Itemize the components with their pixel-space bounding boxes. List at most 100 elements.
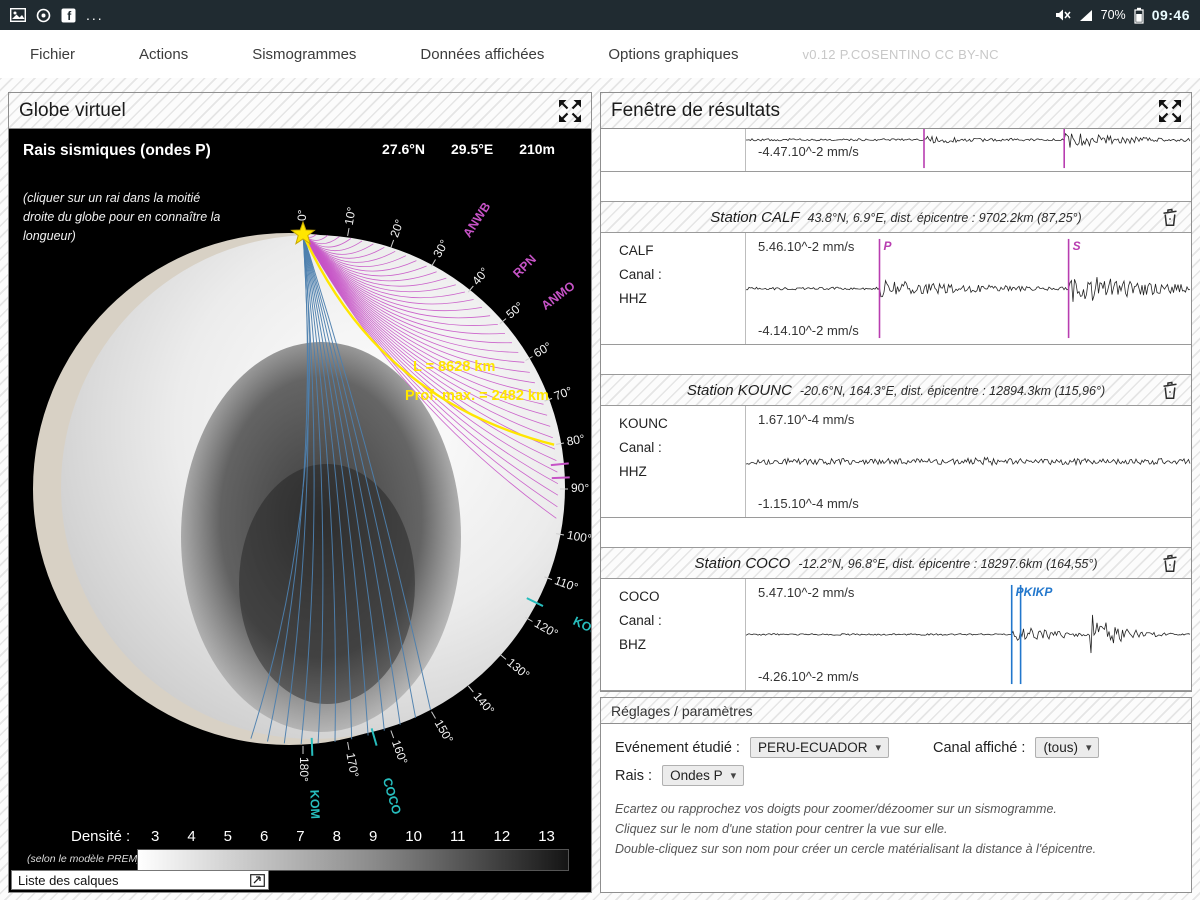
results-scroll-area[interactable]: -4.47.10^-2 mm/s Station CALF 43.8°N, 6.… bbox=[601, 129, 1191, 691]
amplitude-min: -4.14.10^-2 mm/s bbox=[758, 323, 859, 338]
svg-text:150°: 150° bbox=[432, 717, 457, 746]
svg-text:30°: 30° bbox=[430, 237, 451, 260]
svg-text:P: P bbox=[884, 239, 892, 253]
battery-icon bbox=[1134, 7, 1144, 24]
density-value: 10 bbox=[405, 828, 422, 845]
density-value: 11 bbox=[449, 828, 466, 845]
station-card-header[interactable]: Station KOUNC -20.6°N, 164.3°E, dist. ép… bbox=[601, 374, 1191, 406]
delete-station-icon[interactable] bbox=[1161, 554, 1179, 578]
fullscreen-icon[interactable] bbox=[557, 98, 583, 124]
seismogram[interactable]: 5.47.10^-2 mm/s -4.26.10^-2 mm/s PKIKP bbox=[746, 579, 1191, 690]
menu-item[interactable]: Options graphiques bbox=[608, 46, 738, 63]
settings-panel-title: Réglages / paramètres bbox=[611, 702, 753, 719]
svg-text:20°: 20° bbox=[387, 217, 406, 239]
station-card-header[interactable]: Station CALF 43.8°N, 6.9°E, dist. épicen… bbox=[601, 201, 1191, 233]
menu-item[interactable]: Fichier bbox=[30, 46, 75, 63]
globe-canvas[interactable]: 0° 10° 20° 30° 40° 50° 60° 70° 80° 90° 100° 110° 120… bbox=[9, 129, 591, 892]
density-model-note: (selon le modèle PREM) bbox=[27, 853, 141, 865]
svg-text:110°: 110° bbox=[553, 573, 580, 594]
svg-text:50°: 50° bbox=[503, 299, 526, 322]
station-rim-label[interactable]: ANWB bbox=[460, 200, 493, 240]
svg-text:60°: 60° bbox=[531, 339, 554, 360]
more-notifications-icon: ... bbox=[86, 7, 104, 23]
station-name[interactable]: Station COCO bbox=[694, 555, 790, 572]
amplitude-max: 1.67.10^-4 mm/s bbox=[758, 412, 855, 427]
amplitude-min: -4.26.10^-2 mm/s bbox=[758, 669, 859, 684]
density-value: 7 bbox=[296, 828, 305, 845]
svg-text:80°: 80° bbox=[566, 432, 586, 449]
density-gradient-scale bbox=[137, 849, 569, 871]
globe-panel: Globe virtuel 0° 10° 20° 30° 40° 50° 60°… bbox=[8, 92, 592, 893]
seismogram[interactable]: 1.67.10^-4 mm/s -1.15.10^-4 mm/s bbox=[746, 406, 1191, 517]
menu-items: Fichier Actions Sismogrammes Données affich… bbox=[30, 46, 738, 63]
station-rim-label[interactable]: RPN bbox=[510, 252, 539, 281]
station-name[interactable]: Station CALF bbox=[710, 209, 799, 226]
density-label: Densité : bbox=[71, 828, 131, 845]
station-card: Station COCO -12.2°N, 96.8°E, dist. épic… bbox=[601, 547, 1191, 691]
channel-label: Canal : bbox=[619, 440, 662, 455]
instruction-line: Ecartez ou rapprochez vos doigts pour zo… bbox=[615, 802, 1057, 816]
globe-help-note: (cliquer sur un rai dans la moitié droit… bbox=[23, 191, 221, 243]
channel-select[interactable]: (tous) bbox=[1035, 737, 1100, 758]
density-value: 8 bbox=[332, 828, 341, 845]
svg-text:170°: 170° bbox=[343, 752, 361, 779]
station-rim-label[interactable]: ANMO bbox=[539, 279, 578, 313]
event-label: Evénement étudié : bbox=[615, 739, 740, 756]
station-rim-label[interactable]: KOM bbox=[307, 790, 322, 820]
amplitude-min: -4.47.10^-2 mm/s bbox=[758, 144, 859, 159]
earth-inner-core bbox=[239, 464, 415, 704]
amplitude-max: 5.47.10^-2 mm/s bbox=[758, 585, 855, 600]
gallery-icon bbox=[10, 8, 26, 22]
battery-percent: 70% bbox=[1100, 8, 1126, 22]
svg-text:90°: 90° bbox=[571, 481, 589, 495]
version-label: v0.12 P.COSENTINO CC BY-NC bbox=[802, 46, 999, 62]
facebook-icon: f bbox=[61, 8, 76, 23]
network-signal-icon bbox=[1079, 9, 1092, 21]
menu-bar: Fichier Actions Sismogrammes Données affich… bbox=[0, 30, 1200, 78]
svg-text:160°: 160° bbox=[389, 738, 411, 766]
usage-instructions: Ecartez ou rapprochez vos doigts pour zo… bbox=[615, 799, 1177, 859]
menu-item[interactable]: Données affichées bbox=[420, 46, 544, 63]
density-value: 9 bbox=[368, 828, 378, 845]
station-rim-label[interactable]: KOUNC bbox=[571, 614, 591, 647]
delete-station-icon[interactable] bbox=[1161, 381, 1179, 405]
station-info: -20.6°N, 164.3°E, dist. épicentre : 1289… bbox=[799, 383, 1106, 398]
fullscreen-icon[interactable] bbox=[1157, 98, 1183, 124]
menu-item[interactable]: Sismogrammes bbox=[252, 46, 356, 63]
event-select[interactable]: PERU-ECUADOR bbox=[749, 737, 889, 758]
epicenter-lon: 29.5°E bbox=[451, 141, 494, 157]
menu-item[interactable]: Actions bbox=[139, 46, 188, 63]
ray-depth-label: Prof. max. = 2482 km bbox=[405, 388, 549, 404]
station-card-header[interactable]: Station COCO -12.2°N, 96.8°E, dist. épic… bbox=[601, 547, 1191, 579]
station-info: -12.2°N, 96.8°E, dist. épicentre : 18297… bbox=[798, 556, 1098, 571]
seismogram[interactable]: 5.46.10^-2 mm/s -4.14.10^-2 mm/s P S bbox=[746, 233, 1191, 344]
station-code: COCO bbox=[619, 589, 660, 604]
station-code: KOUNC bbox=[619, 416, 668, 431]
amplitude-min: -1.15.10^-4 mm/s bbox=[758, 496, 859, 511]
station-rim-label[interactable]: COCO bbox=[380, 776, 404, 816]
svg-text:10°: 10° bbox=[342, 206, 359, 226]
rays-label: Rais : bbox=[615, 767, 653, 784]
channel-value: BHZ bbox=[619, 637, 646, 652]
clock: 09:46 bbox=[1151, 7, 1190, 23]
station-name[interactable]: Station KOUNC bbox=[687, 382, 792, 399]
svg-text:0°: 0° bbox=[295, 209, 309, 221]
svg-text:70°: 70° bbox=[552, 384, 574, 403]
svg-text:180°: 180° bbox=[297, 757, 311, 782]
density-value: 12 bbox=[493, 828, 511, 845]
delete-station-icon[interactable] bbox=[1161, 208, 1179, 232]
layers-list-button[interactable]: Liste des calques bbox=[11, 870, 269, 890]
app-circle-icon bbox=[36, 8, 51, 22]
results-panel-header: Fenêtre de résultats bbox=[601, 93, 1191, 129]
density-value: 3 bbox=[150, 828, 160, 845]
channel-value: HHZ bbox=[619, 464, 647, 479]
instruction-line: Double-cliquez sur son nom pour créer un… bbox=[615, 842, 1097, 856]
station-card: Station CALF 43.8°N, 6.9°E, dist. épicen… bbox=[601, 201, 1191, 345]
settings-panel-header: Réglages / paramètres bbox=[601, 698, 1191, 724]
rays-select[interactable]: Ondes P bbox=[662, 765, 745, 786]
amplitude-max: 5.46.10^-2 mm/s bbox=[758, 239, 855, 254]
results-panel-title: Fenêtre de résultats bbox=[611, 99, 780, 121]
station-card: Station KOUNC -20.6°N, 164.3°E, dist. ép… bbox=[601, 374, 1191, 518]
seismogram[interactable]: -4.47.10^-2 mm/s bbox=[746, 129, 1191, 171]
station-card-partial[interactable]: -4.47.10^-2 mm/s bbox=[601, 129, 1191, 172]
